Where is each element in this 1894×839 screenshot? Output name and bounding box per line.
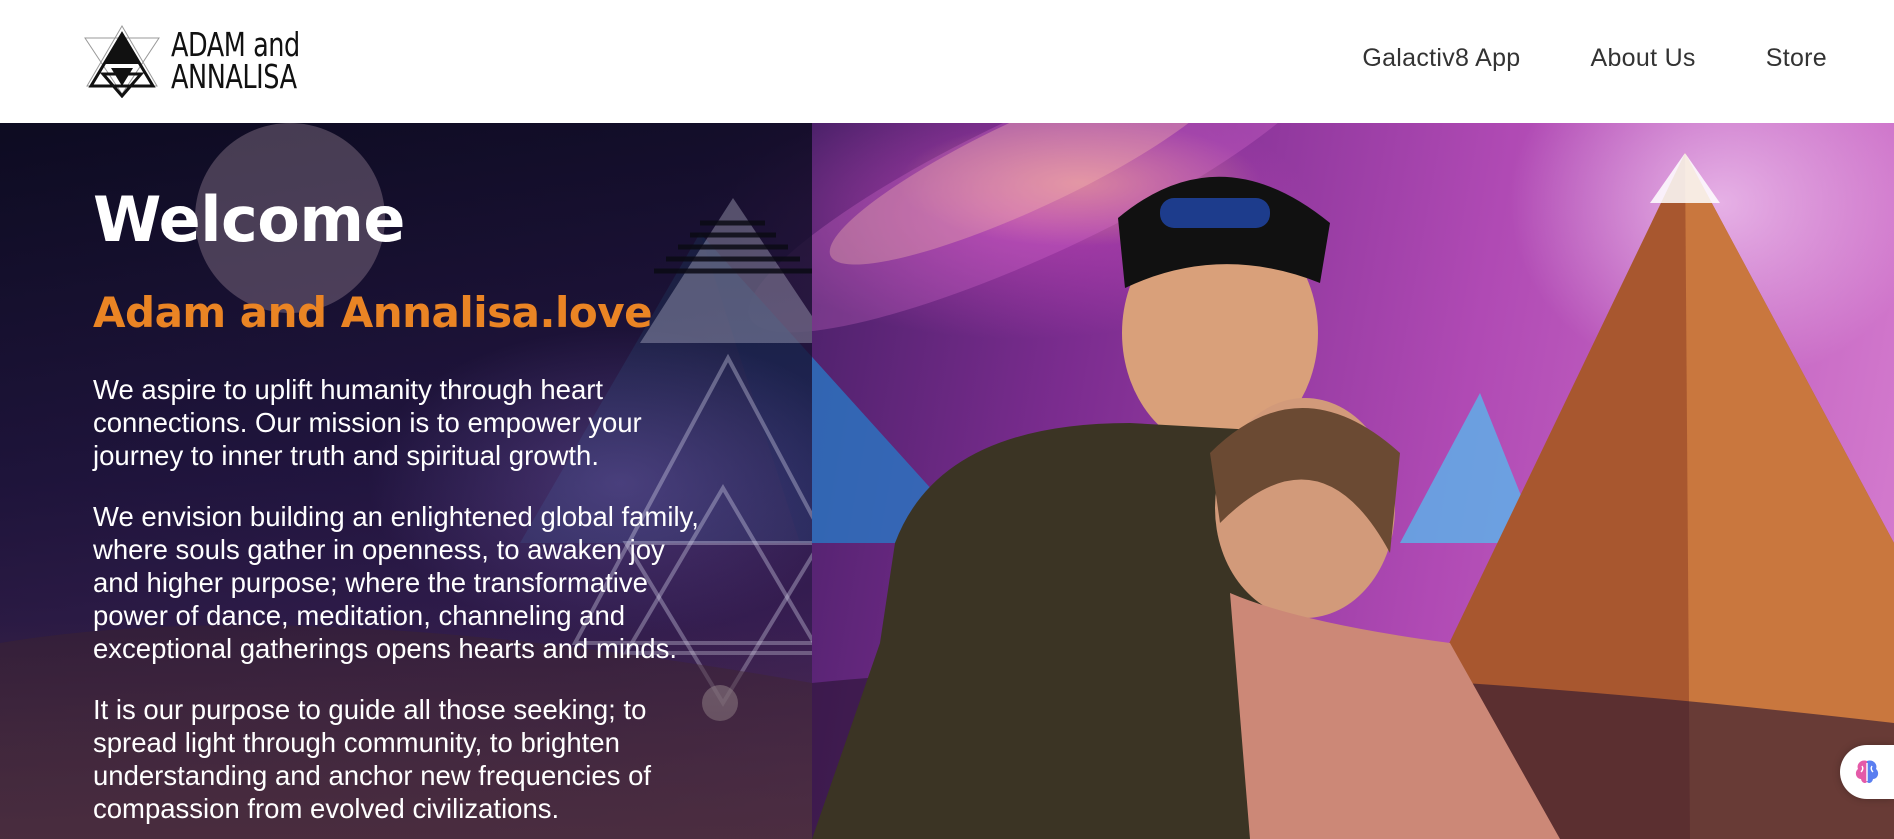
hero-text-panel: Welcome Adam and Annalisa.love We aspire… xyxy=(0,123,812,839)
logo-wordmark: ADAM and ANNALISA xyxy=(171,28,321,96)
brain-icon xyxy=(1855,760,1879,784)
assistant-fab[interactable] xyxy=(1840,745,1894,799)
hero-paragraph-1: We aspire to uplift humanity through hea… xyxy=(93,374,642,471)
hero-paragraphs: We aspire to uplift humanity through hea… xyxy=(93,373,703,839)
triangle-star-logo-icon xyxy=(84,25,160,98)
main-nav: Galactiv8 App About Us Store xyxy=(1362,44,1827,73)
nav-about-us[interactable]: About Us xyxy=(1591,44,1696,73)
hero-paragraph-3: It is our purpose to guide all those see… xyxy=(93,694,652,824)
nav-store[interactable]: Store xyxy=(1766,44,1827,73)
hero-title: Welcome xyxy=(93,183,405,256)
hero-section: Welcome Adam and Annalisa.love We aspire… xyxy=(0,123,1894,839)
site-logo[interactable]: ADAM and ANNALISA xyxy=(83,24,323,98)
hero-subtitle: Adam and Annalisa.love xyxy=(93,288,653,337)
nav-galactiv8-app[interactable]: Galactiv8 App xyxy=(1362,44,1520,73)
hero-paragraph-2: We envision building an enlightened glob… xyxy=(93,501,699,664)
site-header: ADAM and ANNALISA Galactiv8 App About Us… xyxy=(0,0,1894,123)
logo-line-2: ANNALISA xyxy=(171,57,297,96)
